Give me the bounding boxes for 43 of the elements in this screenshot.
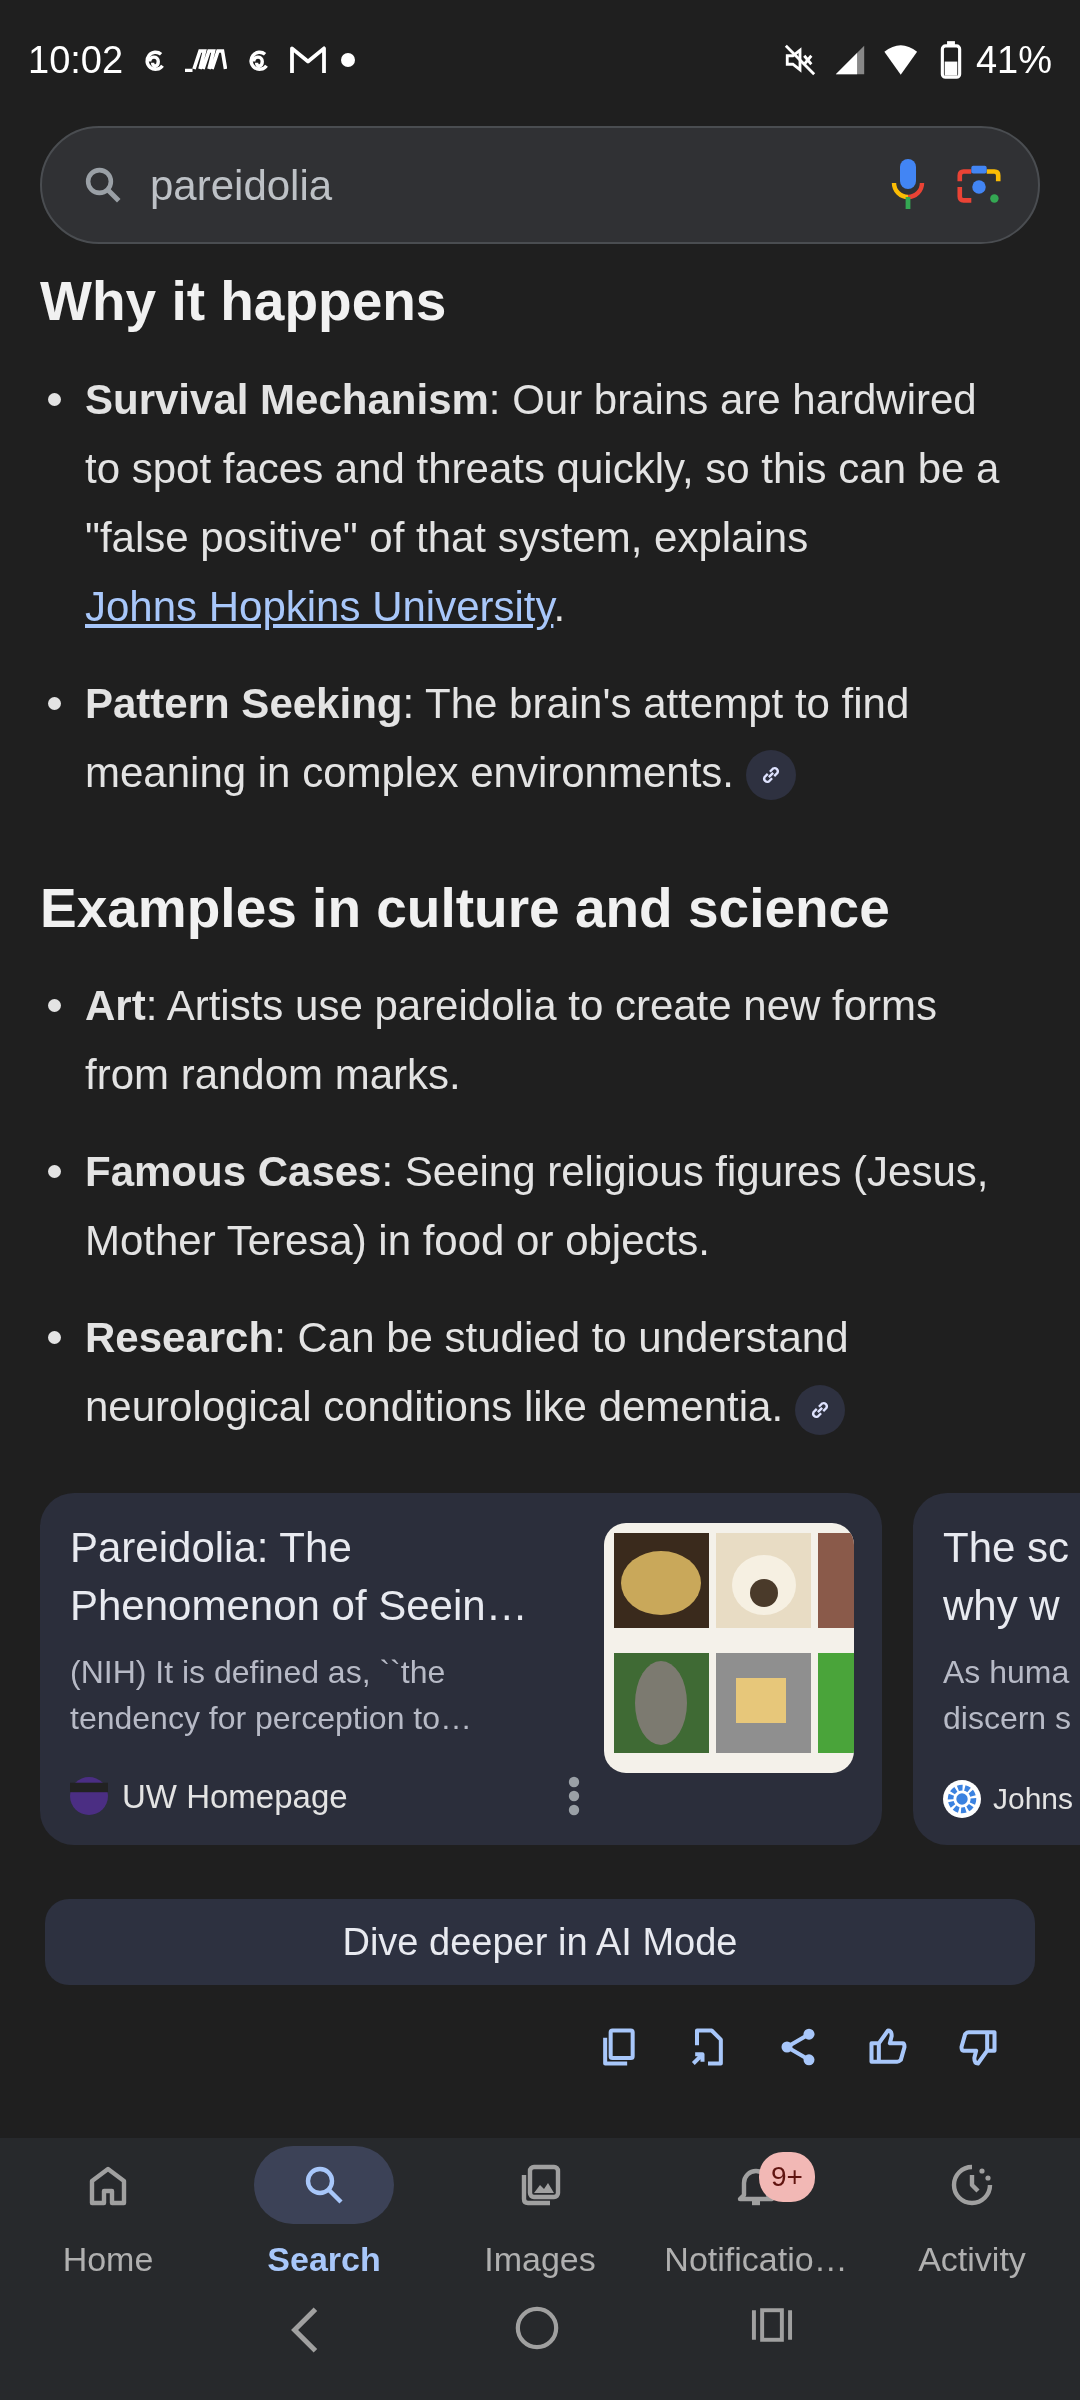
- source-name: Johns: [993, 1781, 1074, 1817]
- card-title: The sc: [943, 1523, 1071, 1573]
- site-logo-icon: [70, 1777, 108, 1816]
- notification-badge: 9+: [759, 2152, 815, 2202]
- home-circle-icon[interactable]: [514, 2305, 560, 2351]
- bullet-text: Research: Can be studied to understand neurological conditions like dementia.: [85, 1303, 1010, 1441]
- battery-percentage: 41%: [975, 37, 1052, 83]
- search-field[interactable]: pareidolia: [40, 126, 1040, 244]
- bullet-text: Pattern Seeking: The brain's attempt to find meaning in complex environments.: [85, 668, 1010, 807]
- bullet-text: Survival Mechanism: Our brains are hardwired to spot faces and threats quickly, so this can be a "false positive" of that system, explains Johns Hopkins University.: [85, 374, 1001, 632]
- more-options-icon[interactable]: [568, 1776, 580, 1817]
- citation-link-icon[interactable]: [746, 750, 796, 801]
- clock-time: 10:02: [28, 37, 124, 83]
- section-heading: Examples in culture and science: [40, 875, 891, 941]
- nav-tab[interactable]: Search: [219, 2146, 429, 2285]
- bullet-dot: [48, 999, 61, 1012]
- mail-icon: [289, 44, 328, 76]
- bullet-dot: [48, 1165, 61, 1178]
- nav-tab[interactable]: Activity: [867, 2146, 1077, 2285]
- gear-icon: [943, 1779, 981, 1818]
- result-card[interactable]: Pareidolia: The Phenomenon of Seein… (NIH) It is defined as, ``the tendency for perception to… UW Homepage: [40, 1493, 882, 1845]
- card-title: why w: [943, 1581, 1061, 1631]
- section-heading: Why it happens: [40, 269, 448, 334]
- bullet-dot: [48, 392, 61, 406]
- source-link[interactable]: Johns Hopkins University: [85, 582, 554, 630]
- card-snippet: discern s: [943, 1699, 1073, 1738]
- bullet-text: Famous Cases: Seeing religious figures (Jesus, Mother Teresa) in food or objects.: [85, 1147, 990, 1266]
- bullet-dot: [48, 1331, 61, 1344]
- card-title: Phenomenon of Seein…: [70, 1581, 529, 1631]
- card-snippet: (NIH) It is defined as, ``the: [70, 1653, 447, 1692]
- card-snippet: As huma: [943, 1653, 1071, 1692]
- card-snippet: tendency for perception to…: [70, 1699, 473, 1738]
- battery-icon: [939, 41, 962, 79]
- card-title: Pareidolia: The: [70, 1523, 353, 1573]
- ai-mode-button[interactable]: Dive deeper in AI Mode: [45, 1899, 1035, 1985]
- bullet-text: Art: Artists use pareidolia to create new forms from random marks.: [85, 981, 939, 1100]
- source-name: UW Homepage: [122, 1776, 348, 1817]
- dot-icon: [341, 53, 356, 67]
- nav-tab[interactable]: Home: [3, 2146, 213, 2285]
- bullet-dot: [48, 696, 61, 710]
- nav-tab[interactable]: Images: [435, 2146, 645, 2285]
- nav-tab[interactable]: Notificatio… 9+: [651, 2146, 861, 2285]
- result-card[interactable]: The sc why w As huma discern s Johns: [913, 1493, 1080, 1845]
